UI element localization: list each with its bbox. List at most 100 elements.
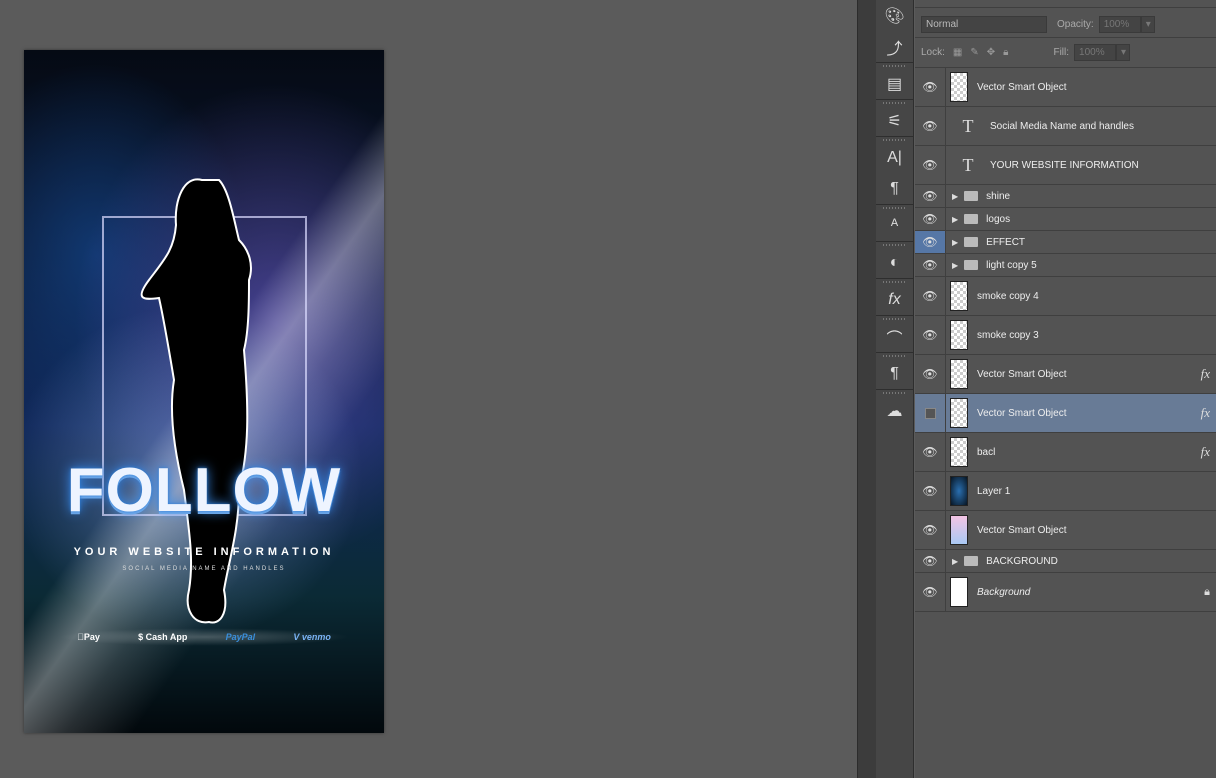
website-text: YOUR WEBSITE INFORMATION	[73, 546, 335, 558]
layer-name: Vector Smart Object	[977, 368, 1067, 380]
opacity-input[interactable]: 100%	[1098, 15, 1141, 33]
layer-name: Vector Smart Object	[977, 81, 1067, 93]
styles-icon[interactable]: fx	[876, 284, 913, 315]
character-icon[interactable]: A|	[876, 142, 913, 173]
visibility-off-toggle[interactable]	[915, 394, 946, 432]
fx-icon[interactable]: fx	[1201, 444, 1210, 460]
fill-input[interactable]: 100%	[1074, 43, 1117, 61]
layer-name: YOUR WEBSITE INFORMATION	[990, 159, 1139, 171]
paypal-logo: PayPal	[223, 632, 256, 642]
layers-panel: Normal Opacity: 100% ▾ Lock: ▦ ✎ ✥ 🔒︎ Fi…	[915, 0, 1216, 778]
layer-name: Layer 1	[977, 485, 1011, 497]
layer-name: Vector Smart Object	[977, 407, 1067, 419]
canvas-area[interactable]: FOLLOW YOUR WEBSITE INFORMATION SOCIAL M…	[0, 0, 857, 778]
apple-pay-logo: Pay	[77, 632, 100, 642]
layer-name: Social Media Name and handles	[990, 120, 1134, 132]
opacity-dropdown[interactable]: ▾	[1140, 15, 1155, 33]
eye-icon[interactable]: 👁︎	[915, 573, 946, 611]
eye-icon[interactable]: 👁︎	[915, 277, 946, 315]
folder-icon	[964, 260, 979, 270]
layer-row[interactable]: 👁︎ ▶ BACKGROUND	[915, 550, 1216, 573]
lock-label: Lock:	[921, 46, 945, 58]
fx-icon[interactable]: fx	[1201, 366, 1210, 382]
paragraph-styles-icon[interactable]: ¶	[876, 358, 913, 389]
layer-row[interactable]: 👁︎ Vector Smart Object	[915, 68, 1216, 107]
eye-icon[interactable]: 👁︎	[915, 472, 946, 510]
layer-row[interactable]: 👁︎ smoke copy 4	[915, 277, 1216, 316]
layer-row[interactable]: 👁︎ bacl fx	[915, 433, 1216, 472]
layer-row[interactable]: 👁︎ Vector Smart Object	[915, 511, 1216, 550]
layer-row[interactable]: Vector Smart Object fx	[915, 394, 1216, 433]
layer-row[interactable]: 👁︎ T YOUR WEBSITE INFORMATION	[915, 146, 1216, 185]
channels-icon[interactable]: ☁	[876, 395, 913, 426]
expand-arrow-icon[interactable]: ▶	[952, 192, 958, 201]
eye-icon[interactable]: 👁︎	[915, 185, 946, 207]
eye-icon[interactable]: 👁︎	[915, 208, 946, 230]
lock-all-icon[interactable]: 🔒︎	[1003, 47, 1008, 58]
layer-row[interactable]: 👁︎ ▶ logos	[915, 208, 1216, 231]
text-layer-icon: T	[962, 115, 974, 136]
layer-name: Vector Smart Object	[977, 524, 1067, 536]
fill-label: Fill:	[1053, 46, 1070, 58]
expand-arrow-icon[interactable]: ▶	[952, 238, 958, 247]
history-icon[interactable]: ⤴	[876, 31, 913, 62]
fill-dropdown[interactable]: ▾	[1116, 43, 1131, 61]
palette-icon[interactable]: 🎨︎	[876, 0, 913, 31]
expand-arrow-icon[interactable]: ▶	[952, 261, 958, 270]
folder-icon	[964, 556, 979, 566]
expand-arrow-icon[interactable]: ▶	[952, 557, 958, 566]
character-styles-icon[interactable]: ᴬ	[876, 210, 913, 241]
layer-row[interactable]: 👁︎ ▶ EFFECT	[915, 231, 1216, 254]
layer-row[interactable]: 👁︎ smoke copy 3	[915, 316, 1216, 355]
lock-transparency-icon[interactable]: ▦	[953, 47, 962, 58]
paths-icon[interactable]: ⌒	[876, 321, 913, 352]
eye-icon[interactable]: 👁︎	[915, 511, 946, 549]
layer-row[interactable]: 👁︎ Vector Smart Object fx	[915, 355, 1216, 394]
layer-row[interactable]: 👁︎ Layer 1	[915, 472, 1216, 511]
adjustments-icon[interactable]: ◐	[876, 247, 913, 278]
layer-name: EFFECT	[986, 236, 1026, 248]
layer-name: shine	[986, 190, 1011, 202]
paragraph-icon[interactable]: ¶	[876, 173, 913, 204]
headline-text: FOLLOW	[66, 456, 342, 525]
layer-thumbnail	[950, 515, 968, 545]
folder-icon	[964, 237, 979, 247]
properties-icon[interactable]: ▤	[876, 68, 913, 99]
eye-icon[interactable]: 👁︎	[915, 68, 946, 106]
layer-row[interactable]: 👁︎ Background 🔒︎	[915, 573, 1216, 612]
collapsed-panels-toolbar: 🎨︎ ⤴ ▤ ⚟ A| ¶ ᴬ ◐ fx ⌒ ¶ ☁	[876, 0, 914, 778]
lock-brush-icon[interactable]: ✎	[970, 47, 978, 58]
layer-thumbnail	[950, 281, 968, 311]
layer-name: BACKGROUND	[986, 555, 1058, 567]
social-text: SOCIAL MEDIA NAME AND HANDLES	[122, 566, 286, 572]
folder-icon	[964, 214, 979, 224]
venmo-logo: V venmo	[292, 632, 331, 642]
blend-mode-select[interactable]: Normal	[921, 15, 1047, 33]
lock-move-icon[interactable]: ✥	[987, 47, 995, 58]
layer-name: logos	[986, 213, 1011, 225]
panel-dock-collapse-strip[interactable]	[857, 0, 876, 778]
layer-name: smoke copy 4	[977, 290, 1039, 302]
eye-icon[interactable]: 👁︎	[915, 355, 946, 393]
payment-logos: Pay $ Cash App PayPal V venmo	[58, 628, 350, 646]
layer-row[interactable]: 👁︎ ▶ light copy 5	[915, 254, 1216, 277]
eye-icon[interactable]: 👁︎	[915, 146, 946, 184]
document-canvas[interactable]: FOLLOW YOUR WEBSITE INFORMATION SOCIAL M…	[24, 50, 384, 733]
eye-icon[interactable]: 👁︎	[915, 254, 946, 276]
brush-presets-icon[interactable]: ⚟	[876, 105, 913, 136]
cash-app-logo: $ Cash App	[133, 632, 187, 642]
eye-icon[interactable]: 👁︎	[915, 316, 946, 354]
eye-icon[interactable]: 👁︎	[915, 231, 946, 253]
layer-name: Background	[977, 586, 1031, 598]
layer-name: smoke copy 3	[977, 329, 1039, 341]
layer-thumbnail	[950, 359, 968, 389]
fx-icon[interactable]: fx	[1201, 405, 1210, 421]
eye-icon[interactable]: 👁︎	[915, 550, 946, 572]
folder-icon	[964, 191, 979, 201]
layer-row[interactable]: 👁︎ T Social Media Name and handles	[915, 107, 1216, 146]
expand-arrow-icon[interactable]: ▶	[952, 215, 958, 224]
eye-icon[interactable]: 👁︎	[915, 107, 946, 145]
opacity-label: Opacity:	[1057, 18, 1094, 30]
eye-icon[interactable]: 👁︎	[915, 433, 946, 471]
layer-row[interactable]: 👁︎ ▶ shine	[915, 185, 1216, 208]
